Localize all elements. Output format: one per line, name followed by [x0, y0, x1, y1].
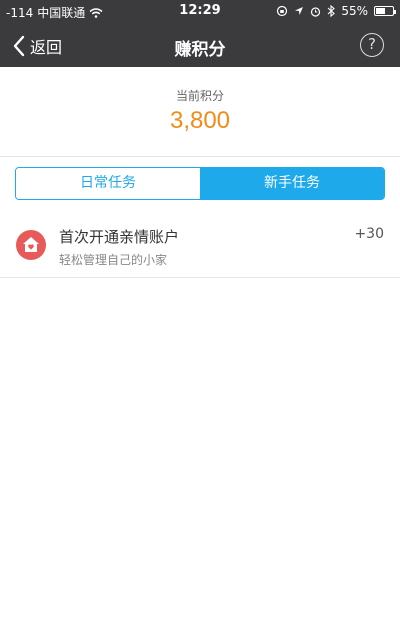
- battery-icon: [374, 6, 396, 16]
- battery-percent: 55%: [341, 4, 368, 18]
- alarm-icon: [311, 6, 321, 17]
- task-area: 日常任务 新手任务 首次开通亲情账户 轻松管理自己的小家 +30: [0, 157, 400, 633]
- list-item[interactable]: 首次开通亲情账户 轻松管理自己的小家 +30: [0, 218, 400, 278]
- task-subtitle: 轻松管理自己的小家: [59, 253, 168, 267]
- help-button[interactable]: ?: [360, 33, 384, 57]
- navigation-bar: 返回 赚积分 ?: [0, 24, 400, 67]
- points-value: 3,800: [169, 107, 231, 134]
- task-title: 首次开通亲情账户: [59, 228, 180, 246]
- points-label: 当前积分: [175, 89, 224, 103]
- bluetooth-icon: [327, 5, 336, 17]
- battery-fill: [376, 8, 385, 14]
- task-tabs: 日常任务 新手任务: [15, 167, 385, 200]
- task-reward: +30: [354, 226, 384, 242]
- status-bar: -114 中国联通 12:29 55%: [0, 0, 400, 24]
- tab-daily-tasks[interactable]: 日常任务: [16, 168, 200, 199]
- location-icon: [295, 7, 304, 15]
- tab-newbie-tasks[interactable]: 新手任务: [200, 168, 384, 199]
- page-title: 赚积分: [174, 40, 226, 60]
- orientation-lock-icon: [277, 5, 288, 17]
- points-summary: 当前积分 3,800: [0, 67, 400, 157]
- top-bar: -114 中国联通 12:29 55% 返回 赚积分 ?: [0, 0, 400, 67]
- home-icon: [16, 230, 46, 260]
